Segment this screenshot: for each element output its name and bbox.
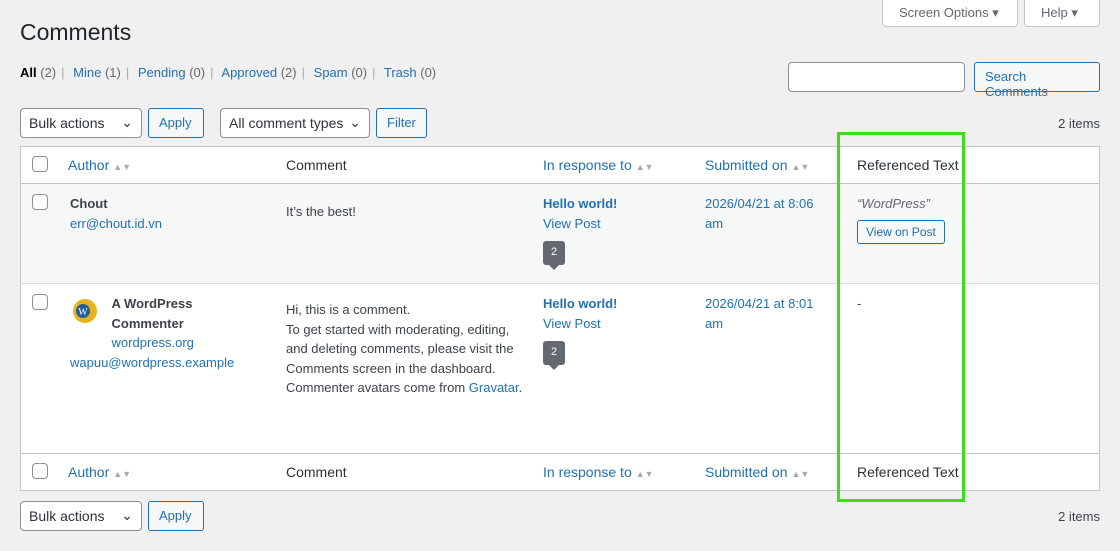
chevron-down-icon: ⌄ <box>349 114 361 130</box>
author-email[interactable]: wapuu@wordpress.example <box>70 355 234 370</box>
post-link[interactable]: Hello world! <box>543 296 617 311</box>
submitted-date[interactable]: 2026/04/21 at 8:06 am <box>705 196 813 231</box>
author-url[interactable]: wordpress.org <box>112 335 194 350</box>
bulk-actions-select-bottom[interactable]: Bulk actions ⌄ <box>20 501 142 531</box>
filter-pending[interactable]: Pending <box>138 65 186 80</box>
table-row: Chout err@chout.id.vn It’s the best! Hell… <box>20 183 1100 284</box>
comment-text: Hi, this is a comment. To get started wit… <box>286 302 523 395</box>
chevron-down-icon: ⌄ <box>121 114 133 130</box>
chevron-down-icon: ⌄ <box>121 507 133 523</box>
items-count-bottom: 2 items <box>1058 509 1100 524</box>
view-post-link[interactable]: View Post <box>543 216 601 231</box>
author-name: A WordPress Commenter <box>111 296 193 331</box>
select-all-checkbox[interactable] <box>32 155 48 172</box>
sort-icon: ▲▼ <box>791 162 810 172</box>
comment-type-select[interactable]: All comment types ⌄ <box>220 108 370 138</box>
filter-trash[interactable]: Trash <box>384 65 417 80</box>
post-link[interactable]: Hello world! <box>543 196 617 211</box>
col-response[interactable]: In response to ▲▼ <box>533 146 695 184</box>
author-email[interactable]: err@chout.id.vn <box>70 216 162 231</box>
referenced-text: - <box>857 296 862 311</box>
col-submitted[interactable]: Submitted on ▲▼ <box>695 146 844 184</box>
row-checkbox[interactable] <box>32 194 48 210</box>
svg-text:W: W <box>78 307 88 318</box>
comment-count-bubble[interactable]: 2 <box>543 241 566 269</box>
apply-button-bottom[interactable]: Apply <box>148 501 204 531</box>
filter-all[interactable]: All <box>20 65 37 80</box>
comments-table: Author ▲▼ Comment In response to ▲▼ Submit… <box>20 146 1100 491</box>
avatar: W <box>70 296 102 328</box>
page-title: Comments <box>20 19 132 45</box>
view-on-post-button[interactable]: View on Post <box>857 219 945 244</box>
comment-text: It’s the best! <box>286 204 356 219</box>
table-row: W A WordPress Commenter wordpress.org wap… <box>21 284 1100 454</box>
submitted-date[interactable]: 2026/04/21 at 8:01 am <box>705 296 813 331</box>
screen-options-button[interactable]: Screen Options ▾ <box>882 0 1018 27</box>
col-author[interactable]: Author ▲▼ <box>58 146 276 184</box>
gravatar-link[interactable]: Gravatar <box>469 380 519 395</box>
view-post-link[interactable]: View Post <box>543 316 601 331</box>
apply-button-top[interactable]: Apply <box>148 108 204 138</box>
items-count-top: 2 items <box>1058 116 1100 131</box>
comment-status-filters: All (2) | Mine (1) | Pending (0) | Approved… <box>20 65 437 80</box>
referenced-text: “WordPress” <box>857 196 930 211</box>
filter-mine[interactable]: Mine <box>73 65 101 80</box>
sort-icon: ▲▼ <box>113 162 132 172</box>
author-name: Chout <box>70 196 108 211</box>
col-comment: Comment <box>276 146 533 184</box>
sort-icon: ▲▼ <box>791 469 810 479</box>
comment-count-bubble[interactable]: 2 <box>543 341 566 369</box>
sort-icon: ▲▼ <box>113 469 132 479</box>
select-all-checkbox-bottom[interactable] <box>32 462 48 479</box>
filter-button[interactable]: Filter <box>376 108 427 138</box>
filter-spam[interactable]: Spam <box>314 65 348 80</box>
search-input[interactable] <box>788 62 965 92</box>
sort-icon: ▲▼ <box>635 469 654 479</box>
help-button[interactable]: Help ▾ <box>1024 0 1100 27</box>
search-comments-button[interactable]: Search Comments <box>974 62 1100 99</box>
sort-icon: ▲▼ <box>635 162 654 172</box>
row-checkbox[interactable] <box>32 294 48 310</box>
bulk-actions-select-top[interactable]: Bulk actions ⌄ <box>20 108 142 138</box>
col-referenced-text: Referenced Text <box>844 146 1100 184</box>
filter-approved[interactable]: Approved <box>221 65 277 80</box>
